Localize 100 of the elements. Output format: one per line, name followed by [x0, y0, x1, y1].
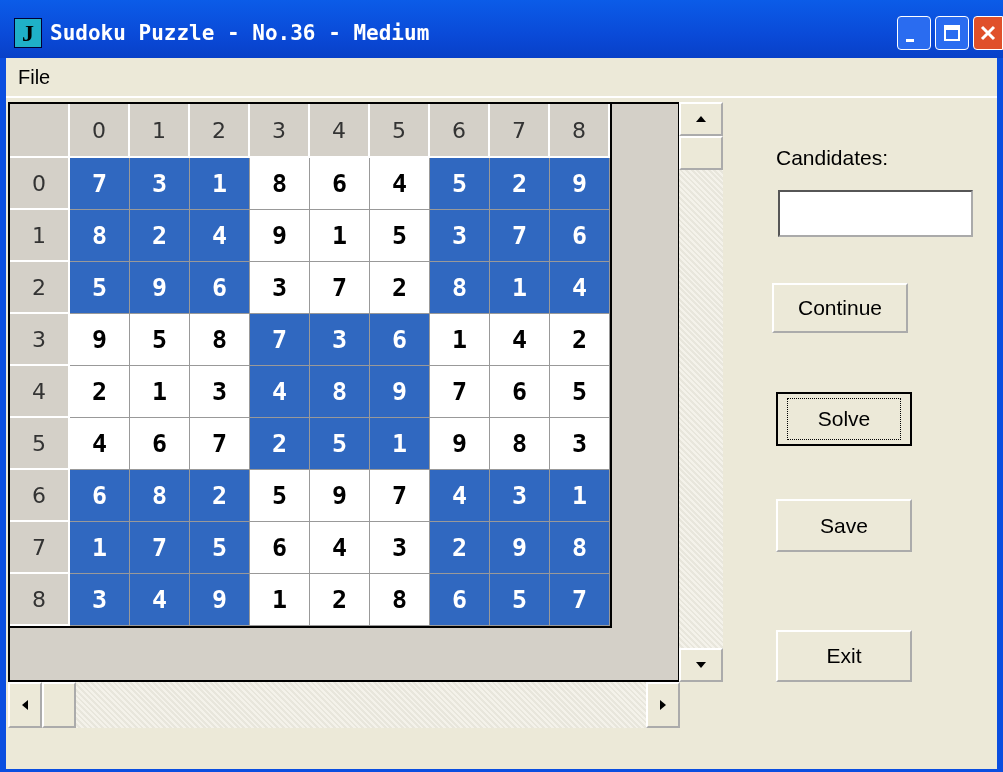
grid-cell[interactable]: 7 [70, 158, 130, 210]
scroll-thumb[interactable] [42, 682, 76, 728]
minimize-button[interactable] [897, 16, 931, 50]
grid-cell[interactable]: 2 [190, 470, 250, 522]
grid-cell[interactable]: 5 [190, 522, 250, 574]
grid-cell[interactable]: 8 [430, 262, 490, 314]
grid-cell[interactable]: 1 [70, 522, 130, 574]
grid-cell[interactable]: 1 [130, 366, 190, 418]
grid-cell[interactable]: 8 [370, 574, 430, 626]
grid-cell[interactable]: 3 [550, 418, 610, 470]
grid-cell[interactable]: 3 [190, 366, 250, 418]
vertical-scrollbar[interactable] [679, 102, 723, 682]
grid-cell[interactable]: 4 [430, 470, 490, 522]
grid-cell[interactable]: 6 [550, 210, 610, 262]
grid-cell[interactable]: 9 [550, 158, 610, 210]
grid-cell[interactable]: 2 [250, 418, 310, 470]
grid-cell[interactable]: 5 [130, 314, 190, 366]
grid-cell[interactable]: 9 [250, 210, 310, 262]
grid-cell[interactable]: 4 [310, 522, 370, 574]
grid-cell[interactable]: 7 [550, 574, 610, 626]
grid-cell[interactable]: 9 [310, 470, 370, 522]
grid-cell[interactable]: 3 [250, 262, 310, 314]
grid-cell[interactable]: 4 [70, 418, 130, 470]
grid-cell[interactable]: 3 [370, 522, 430, 574]
grid-cell[interactable]: 5 [490, 574, 550, 626]
grid-cell[interactable]: 1 [550, 470, 610, 522]
grid-cell[interactable]: 8 [190, 314, 250, 366]
grid-cell[interactable]: 3 [430, 210, 490, 262]
grid-cell[interactable]: 7 [190, 418, 250, 470]
grid-cell[interactable]: 7 [310, 262, 370, 314]
grid-cell[interactable]: 4 [550, 262, 610, 314]
action-button[interactable]: Continue [772, 283, 908, 333]
close-button[interactable] [973, 16, 1003, 50]
scroll-right-button[interactable] [646, 682, 680, 728]
column-header: 0 [70, 104, 130, 158]
grid-cell[interactable]: 5 [70, 262, 130, 314]
grid-cell[interactable]: 8 [490, 418, 550, 470]
grid-cell[interactable]: 3 [310, 314, 370, 366]
grid-cell[interactable]: 6 [130, 418, 190, 470]
scroll-left-button[interactable] [8, 682, 42, 728]
scroll-up-button[interactable] [679, 102, 723, 136]
scroll-thumb[interactable] [679, 136, 723, 170]
grid-cell[interactable]: 3 [490, 470, 550, 522]
scroll-down-button[interactable] [679, 648, 723, 682]
action-button[interactable]: Exit [776, 630, 912, 682]
grid-cell[interactable]: 2 [370, 262, 430, 314]
grid-cell[interactable]: 1 [370, 418, 430, 470]
grid-cell[interactable]: 2 [550, 314, 610, 366]
grid-cell[interactable]: 9 [130, 262, 190, 314]
grid-cell[interactable]: 1 [190, 158, 250, 210]
grid-cell[interactable]: 9 [490, 522, 550, 574]
action-button[interactable]: Solve [776, 392, 912, 446]
maximize-button[interactable] [935, 16, 969, 50]
grid-cell[interactable]: 2 [310, 574, 370, 626]
grid-cell[interactable]: 5 [550, 366, 610, 418]
grid-cell[interactable]: 8 [70, 210, 130, 262]
action-button[interactable]: Save [776, 499, 912, 552]
grid-cell[interactable]: 7 [370, 470, 430, 522]
grid-cell[interactable]: 8 [250, 158, 310, 210]
grid-cell[interactable]: 9 [370, 366, 430, 418]
grid-cell[interactable]: 6 [490, 366, 550, 418]
horizontal-scrollbar[interactable] [8, 682, 680, 728]
menu-item[interactable]: File [14, 65, 55, 89]
grid-cell[interactable]: 2 [70, 366, 130, 418]
grid-cell[interactable]: 4 [190, 210, 250, 262]
grid-cell[interactable]: 7 [250, 314, 310, 366]
grid-cell[interactable]: 5 [430, 158, 490, 210]
grid-cell[interactable]: 6 [190, 262, 250, 314]
column-header: 5 [370, 104, 430, 158]
grid-cell[interactable]: 2 [430, 522, 490, 574]
grid-cell[interactable]: 6 [370, 314, 430, 366]
grid-cell[interactable]: 1 [490, 262, 550, 314]
grid-cell[interactable]: 6 [310, 158, 370, 210]
grid-cell[interactable]: 9 [430, 418, 490, 470]
grid-cell[interactable]: 9 [70, 314, 130, 366]
grid-cell[interactable]: 3 [130, 158, 190, 210]
grid-cell[interactable]: 5 [250, 470, 310, 522]
grid-cell[interactable]: 7 [130, 522, 190, 574]
grid-cell[interactable]: 7 [430, 366, 490, 418]
grid-cell[interactable]: 4 [370, 158, 430, 210]
grid-cell[interactable]: 8 [550, 522, 610, 574]
grid-cell[interactable]: 1 [310, 210, 370, 262]
grid-cell[interactable]: 4 [490, 314, 550, 366]
grid-cell[interactable]: 8 [310, 366, 370, 418]
grid-cell[interactable]: 7 [490, 210, 550, 262]
grid-cell[interactable]: 3 [70, 574, 130, 626]
grid-cell[interactable]: 2 [490, 158, 550, 210]
grid-cell[interactable]: 5 [370, 210, 430, 262]
grid-cell[interactable]: 1 [250, 574, 310, 626]
grid-cell[interactable]: 4 [130, 574, 190, 626]
candidates-field[interactable] [778, 190, 973, 237]
grid-cell[interactable]: 4 [250, 366, 310, 418]
grid-cell[interactable]: 6 [70, 470, 130, 522]
grid-cell[interactable]: 8 [130, 470, 190, 522]
grid-cell[interactable]: 6 [430, 574, 490, 626]
grid-cell[interactable]: 5 [310, 418, 370, 470]
grid-cell[interactable]: 2 [130, 210, 190, 262]
grid-cell[interactable]: 6 [250, 522, 310, 574]
grid-cell[interactable]: 1 [430, 314, 490, 366]
grid-cell[interactable]: 9 [190, 574, 250, 626]
